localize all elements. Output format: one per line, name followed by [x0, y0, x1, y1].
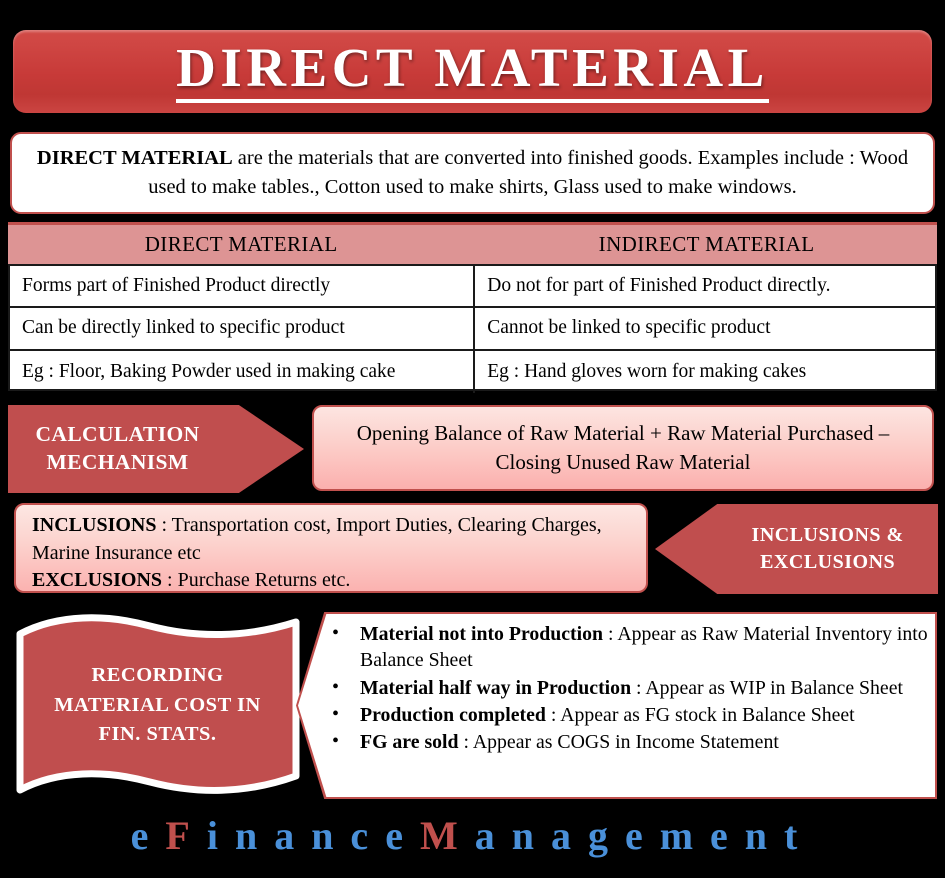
table-cell-indirect: Do not for part of Finished Product dire… [487, 275, 831, 297]
list-item: Material half way in Production : Appear… [326, 674, 929, 701]
calculation-mechanism-arrow: CALCULATION MECHANISM [8, 405, 304, 493]
comparison-table-body: Forms part of Finished Product directly … [8, 264, 937, 393]
inclusions-arrow-line2: EXCLUSIONS [760, 551, 896, 573]
table-cell-direct: Forms part of Finished Product directly [10, 266, 476, 307]
bullet-lead: Material not into Production [360, 623, 604, 645]
bullet-lead: Material half way in Production [360, 676, 632, 699]
calculation-mechanism-line1: CALCULATION [35, 422, 200, 447]
recording-flag-label: RECORDING MATERIAL COST IN FIN. STATS. [10, 612, 305, 799]
logo-part3: anagement [474, 812, 815, 858]
calculation-mechanism-line2: MECHANISM [46, 450, 189, 474]
definition-text: DIRECT MATERIAL are the materials that a… [26, 144, 919, 202]
bullet-lead: Production completed [360, 703, 546, 726]
recording-line3: FIN. STATS. [98, 723, 217, 746]
table-row: Can be directly linked to specific produ… [10, 308, 935, 351]
bullet-rest: : Appear as COGS in Income Statement [458, 731, 779, 754]
table-cell-direct: Can be directly linked to specific produ… [10, 308, 476, 349]
calculation-formula-box: Opening Balance of Raw Material + Raw Ma… [312, 405, 934, 491]
footer: eFinanceManagement [0, 805, 945, 865]
inclusions-exclusions-box: INCLUSIONS : Transportation cost, Import… [14, 503, 648, 593]
recording-line1: RECORDING [91, 663, 224, 686]
inclusions-label: INCLUSIONS [32, 514, 157, 536]
recording-flag-banner: RECORDING MATERIAL COST IN FIN. STATS. [10, 612, 305, 799]
recording-bullet-list: Material not into Production : Appear as… [326, 620, 929, 795]
table-cell-indirect: Eg : Hand gloves worn for making cakes [487, 360, 807, 382]
inclusions-exclusions-arrow: INCLUSIONS & EXCLUSIONS [655, 504, 938, 594]
inclusions-arrow-line1: INCLUSIONS & [751, 524, 904, 546]
table-row: Forms part of Finished Product directly … [10, 266, 935, 309]
inclusions-exclusions-label: INCLUSIONS & EXCLUSIONS [717, 504, 938, 594]
brand-logo: eFinanceManagement [131, 812, 815, 859]
list-item: Material not into Production : Appear as… [326, 620, 929, 674]
exclusions-value: : Purchase Returns etc. [162, 569, 351, 592]
infographic-page: DIRECT MATERIAL DIRECT MATERIAL are the … [0, 0, 945, 878]
comparison-table-header: DIRECT MATERIAL INDIRECT MATERIAL [8, 222, 937, 264]
recording-details-callout: Material not into Production : Appear as… [296, 612, 937, 799]
exclusions-label: EXCLUSIONS [32, 569, 163, 592]
page-title-banner: DIRECT MATERIAL [13, 30, 932, 113]
table-cell-indirect: Cannot be linked to specific product [487, 317, 771, 339]
bullet-rest: : Appear as WIP in Balance Sheet [631, 676, 903, 699]
list-item: Production completed : Appear as FG stoc… [326, 701, 929, 728]
logo-part2: inance [206, 812, 420, 858]
definition-body: are the materials that are converted int… [148, 146, 909, 198]
list-item: FG are sold : Appear as COGS in Income S… [326, 728, 929, 755]
definition-lead: DIRECT MATERIAL [36, 146, 233, 169]
bullet-lead: FG are sold [360, 731, 459, 754]
column-header-direct: DIRECT MATERIAL [144, 232, 338, 256]
bullet-rest: : Appear as FG stock in Balance Sheet [545, 703, 855, 726]
column-header-indirect: INDIRECT MATERIAL [598, 232, 815, 256]
page-title: DIRECT MATERIAL [176, 40, 769, 103]
logo-part1: e [130, 812, 166, 858]
formula-line1: Opening Balance of Raw Material + Raw Ma… [356, 420, 890, 445]
logo-cap-f: F [165, 812, 207, 858]
exclusions-text: EXCLUSIONS : Purchase Returns etc. [32, 567, 632, 595]
formula-line2: Closing Unused Raw Material [495, 450, 751, 474]
calculation-formula-text: Opening Balance of Raw Material + Raw Ma… [357, 419, 890, 478]
table-cell-direct: Eg : Floor, Baking Powder used in making… [10, 350, 476, 393]
logo-cap-m: M [419, 812, 475, 858]
recording-line2: MATERIAL COST IN [54, 693, 261, 716]
calculation-mechanism-label: CALCULATION MECHANISM [8, 405, 227, 493]
table-row: Eg : Floor, Baking Powder used in making… [10, 350, 935, 393]
definition-box: DIRECT MATERIAL are the materials that a… [10, 132, 935, 214]
inclusions-text: INCLUSIONS : Transportation cost, Import… [32, 512, 632, 567]
